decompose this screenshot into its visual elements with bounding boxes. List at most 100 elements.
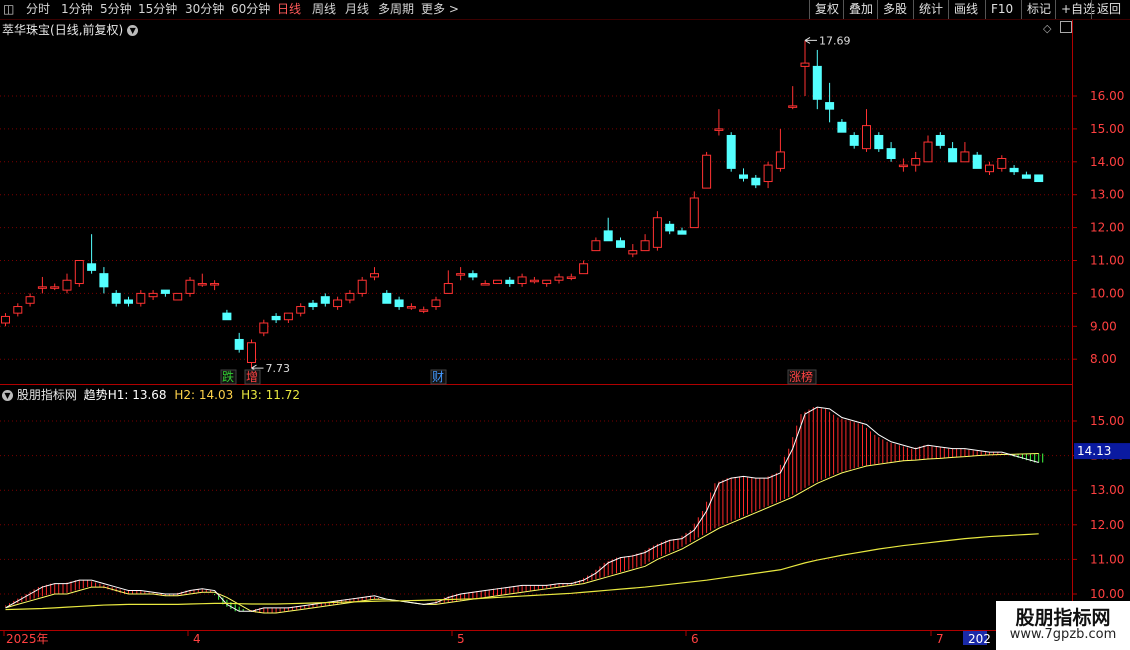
toolbar-button[interactable]: 多股: [877, 0, 912, 19]
period-tab[interactable]: 30分钟: [185, 1, 224, 18]
candle-body: [394, 299, 404, 308]
candle: [443, 270, 453, 294]
candle: [542, 279, 552, 287]
stock-mode: (日线,前复权): [50, 23, 124, 37]
diamond-icon[interactable]: ◇: [1043, 22, 1051, 35]
candle: [370, 267, 379, 281]
toolbar-button[interactable]: 返回: [1091, 0, 1126, 19]
period-tab[interactable]: 月线: [345, 1, 369, 18]
candle: [136, 290, 146, 307]
candle: [480, 280, 490, 286]
candle: [173, 292, 183, 301]
candle-body: [751, 177, 761, 186]
candle-body: [505, 279, 515, 285]
event-tag: 财: [432, 370, 444, 384]
candle: [825, 82, 835, 123]
price-tick-label: 8.00: [1090, 352, 1117, 366]
candle-body: [345, 292, 355, 301]
candle-body: [185, 279, 195, 294]
candle: [677, 227, 687, 235]
candle: [382, 290, 392, 304]
period-tab[interactable]: 周线: [312, 1, 336, 18]
period-tab[interactable]: 60分钟: [231, 1, 270, 18]
candle-body: [62, 279, 72, 291]
candle-body: [665, 223, 675, 232]
price-tick-label: 11.00: [1090, 254, 1124, 268]
toolbar-button[interactable]: 标记: [1021, 0, 1056, 19]
candle: [210, 280, 220, 291]
candle: [886, 142, 896, 162]
candle-body: [616, 240, 625, 248]
candle-body: [972, 154, 982, 169]
candle: [874, 132, 884, 152]
candle-body: [652, 217, 662, 248]
period-tab[interactable]: 15分钟: [138, 1, 177, 18]
candle-body: [431, 299, 441, 308]
toolbar-button[interactable]: F10: [985, 0, 1018, 19]
period-tab[interactable]: 5分钟: [100, 1, 132, 18]
period-tab[interactable]: 多周期: [378, 1, 414, 18]
date-label: 5: [457, 632, 465, 646]
candle: [948, 142, 958, 163]
candle: [222, 309, 232, 321]
period-tab[interactable]: 1分钟: [61, 1, 93, 18]
candle: [1021, 171, 1031, 179]
candle: [566, 273, 576, 281]
candle-body: [566, 276, 576, 279]
candle-body: [935, 134, 945, 146]
panel-toggle-icon[interactable]: [1060, 21, 1072, 33]
candle: [652, 211, 662, 251]
chevron-down-icon[interactable]: ▼: [127, 25, 139, 36]
candle-body: [628, 250, 638, 255]
candle: [111, 290, 121, 307]
indicator-h1: H1: 13.68: [107, 388, 167, 402]
candle-body: [13, 306, 23, 314]
indicator-name[interactable]: 股朋指标网: [17, 388, 77, 402]
toolbar-button[interactable]: 复权: [809, 0, 844, 19]
candle: [628, 244, 638, 258]
candle: [333, 296, 343, 310]
candle: [529, 276, 539, 284]
period-tab[interactable]: 更多 >: [421, 1, 459, 18]
candle-body: [1034, 174, 1044, 183]
toolbar-button[interactable]: 统计: [913, 0, 948, 19]
candle: [603, 217, 613, 242]
candle: [554, 273, 564, 284]
candle-body: [320, 296, 330, 304]
indicator-header: ▼ 股朋指标网 趋势H1: 13.68 H2: 14.03 H3: 11.72: [2, 386, 300, 403]
candle-body: [1009, 167, 1019, 173]
period-tab[interactable]: 分时: [26, 1, 50, 18]
candle-body: [886, 148, 896, 160]
candle-body: [874, 134, 884, 150]
candle-body: [210, 283, 220, 286]
high-marker: [804, 36, 817, 44]
candle: [99, 267, 109, 294]
candle: [13, 303, 23, 317]
candle-body: [1, 315, 10, 324]
candle-body: [382, 292, 392, 304]
price-tick-label: 14.00: [1090, 155, 1124, 169]
candle: [960, 142, 970, 163]
indicator-h2: H2: 14.03: [174, 388, 234, 402]
candle-body: [283, 312, 293, 321]
toolbar-button[interactable]: 画线: [948, 0, 983, 19]
candle: [800, 40, 810, 96]
candle-body: [370, 273, 379, 278]
event-tag: 涨榜: [789, 369, 813, 384]
toolbar-button[interactable]: 叠加: [843, 0, 878, 19]
candle-body: [985, 164, 994, 173]
indicator-tick-label: 13.00: [1090, 483, 1124, 497]
candle-body: [480, 283, 490, 286]
date-label: 2025年: [6, 632, 49, 646]
candle-body: [726, 134, 736, 169]
candle: [923, 135, 933, 163]
candle-body: [763, 164, 773, 183]
candle-body: [124, 299, 133, 304]
layout-icon[interactable]: ◫: [3, 1, 14, 18]
candle-body: [529, 279, 539, 283]
candle: [689, 191, 699, 229]
period-tab[interactable]: 日线: [277, 1, 301, 18]
candle: [74, 260, 84, 287]
candle: [493, 279, 502, 285]
chevron-down-icon[interactable]: ▼: [2, 390, 13, 401]
